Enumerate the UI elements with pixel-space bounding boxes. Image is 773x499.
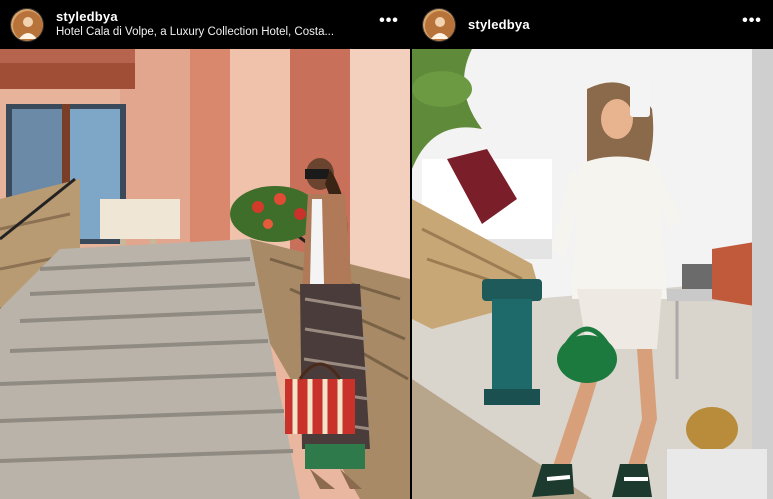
post-header: styledbya Hotel Cala di Volpe, a Luxury … <box>0 0 410 49</box>
more-options-icon[interactable]: ••• <box>378 10 400 32</box>
post-header: styledbya ••• <box>412 0 773 49</box>
feed: styledbya Hotel Cala di Volpe, a Luxury … <box>0 0 773 499</box>
avatar[interactable] <box>422 7 456 42</box>
post-photo[interactable] <box>0 49 410 499</box>
location-link[interactable]: Hotel Cala di Volpe, a Luxury Collection… <box>56 25 378 40</box>
post-card: styledbya ••• <box>412 0 773 499</box>
more-options-icon[interactable]: ••• <box>741 10 763 32</box>
avatar[interactable] <box>10 7 44 42</box>
username[interactable]: styledbya <box>56 9 378 25</box>
username[interactable]: styledbya <box>468 17 741 33</box>
post-photo[interactable] <box>412 49 773 499</box>
post-card: styledbya Hotel Cala di Volpe, a Luxury … <box>0 0 410 499</box>
